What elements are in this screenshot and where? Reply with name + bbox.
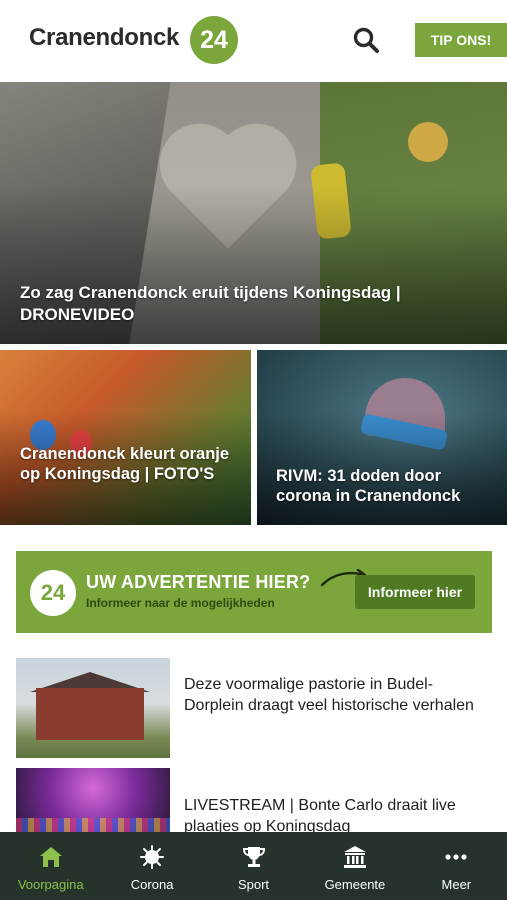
nav-label: Sport [237, 877, 270, 892]
logo-badge[interactable]: 24 [190, 16, 238, 64]
ad-subtitle: Informeer naar de mogelijkheden [86, 596, 275, 610]
home-icon [39, 847, 62, 867]
tip-button[interactable]: TIP ONS! [415, 23, 507, 57]
app-header: Cranendonck 24 TIP ONS! [0, 0, 507, 82]
card-overlay [0, 350, 251, 525]
article-card-koningsdag[interactable]: Cranendonck kleurt oranje op Koningsdag … [0, 350, 251, 525]
hero-title[interactable]: Zo zag Cranendonck eruit tijdens Konings… [20, 282, 490, 326]
article-title[interactable]: LIVESTREAM | Bonte Carlo draait live pla… [184, 795, 484, 837]
article-title[interactable]: Deze voormalige pastorie in Budel-Dorple… [184, 674, 484, 716]
nav-item-meer[interactable]: Meer [406, 832, 507, 900]
card-title[interactable]: Cranendonck kleurt oranje op Koningsdag … [20, 444, 240, 484]
card-title[interactable]: RIVM: 31 doden door corona in Cranendonc… [276, 466, 496, 506]
nav-item-sport[interactable]: Sport [203, 832, 304, 900]
ad-info-button[interactable]: Informeer hier [355, 575, 475, 609]
article-card-corona[interactable]: RIVM: 31 doden door corona in Cranendonc… [257, 350, 507, 525]
virus-icon [140, 845, 165, 869]
more-icon [445, 854, 467, 860]
nav-item-gemeente[interactable]: Gemeente [304, 832, 405, 900]
logo-text[interactable]: Cranendonck [29, 24, 179, 52]
list-item[interactable]: Deze voormalige pastorie in Budel-Dorple… [16, 658, 492, 758]
nav-label: Voorpagina [17, 877, 84, 892]
hero-article[interactable]: Zo zag Cranendonck eruit tijdens Konings… [0, 82, 507, 344]
search-icon[interactable] [352, 26, 380, 54]
town-hall-icon [343, 846, 366, 868]
nav-item-voorpagina[interactable]: Voorpagina [0, 832, 101, 900]
ad-banner[interactable]: 24 UW ADVERTENTIE HIER? Informeer naar d… [16, 551, 492, 633]
nav-label: Meer [441, 877, 472, 892]
trophy-icon [242, 847, 265, 867]
nav-item-corona[interactable]: Corona [101, 832, 202, 900]
nav-label: Gemeente [324, 877, 386, 892]
house-body [36, 688, 144, 740]
article-thumbnail[interactable] [16, 658, 170, 758]
nav-label: Corona [130, 877, 174, 892]
ad-logo-badge: 24 [30, 570, 76, 616]
bottom-navigation: Voorpagina Corona Sport Gemeente Meer [0, 832, 507, 900]
ad-title: UW ADVERTENTIE HIER? [86, 572, 311, 592]
